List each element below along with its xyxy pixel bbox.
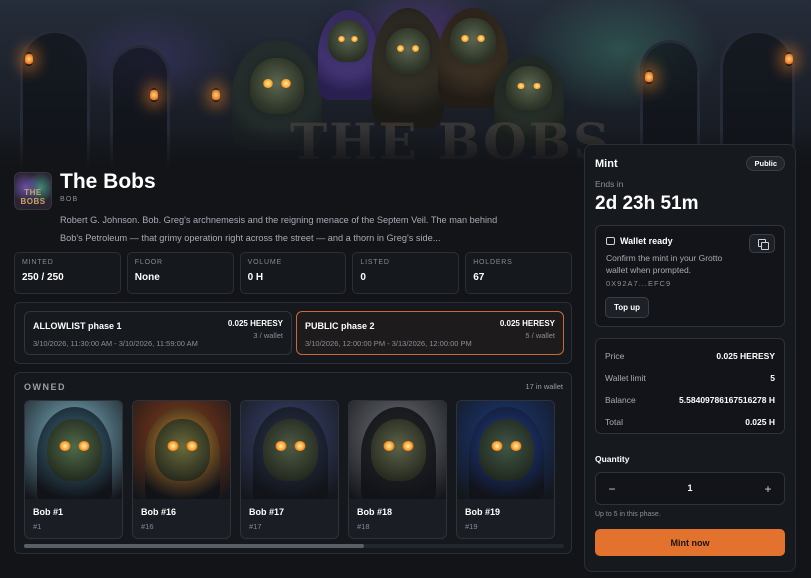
- owned-card[interactable]: Bob #1 #1: [24, 400, 123, 539]
- collection-symbol: BOB: [60, 196, 79, 203]
- owned-card[interactable]: Bob #19 #19: [456, 400, 555, 539]
- owned-list: Bob #1 #1 Bob #16 #16 Bob #17 #17 Bob #1…: [24, 400, 555, 539]
- owned-card[interactable]: Bob #17 #17: [240, 400, 339, 539]
- nft-name: Bob #1: [33, 507, 64, 517]
- nft-image: [349, 401, 446, 499]
- owned-card[interactable]: Bob #18 #18: [348, 400, 447, 539]
- owned-scrollbar[interactable]: [24, 544, 564, 548]
- nft-id: #16: [141, 522, 154, 531]
- nft-id: #17: [249, 522, 262, 531]
- total-row: Total 0.025 H: [605, 417, 775, 427]
- phase-public[interactable]: PUBLIC phase 2 0.025 HERESY 5 / wallet 3…: [296, 311, 564, 355]
- collection-avatar: THE BOBS: [14, 172, 52, 210]
- scrollbar-thumb[interactable]: [24, 544, 364, 548]
- collection-title: The Bobs: [60, 170, 156, 193]
- nft-name: Bob #18: [357, 507, 393, 517]
- stat-volume: VOLUME 0 H: [239, 252, 347, 294]
- nft-image: [457, 401, 554, 499]
- mint-phases: ALLOWLIST phase 1 0.025 HERESY 3 / walle…: [14, 302, 572, 364]
- wallet-icon: [606, 237, 615, 245]
- owned-heading: OWNED: [24, 382, 66, 392]
- phase-allowlist[interactable]: ALLOWLIST phase 1 0.025 HERESY 3 / walle…: [24, 311, 292, 355]
- owned-section: OWNED 17 in wallet Bob #1 #1 Bob #16 #16…: [14, 372, 572, 554]
- collection-banner: THE BOBS: [0, 0, 811, 168]
- wallet-address: 0X92A7...EFC9: [606, 279, 672, 288]
- balance-row: Balance 5.58409786167516278 H: [605, 395, 775, 405]
- ends-in-label: Ends in: [595, 179, 624, 189]
- nft-name: Bob #17: [249, 507, 285, 517]
- nft-name: Bob #16: [141, 507, 177, 517]
- nft-id: #1: [33, 522, 42, 531]
- wallet-instructions: Confirm the mint in your Grotto wallet w…: [606, 253, 723, 275]
- countdown: 2d 23h 51m: [595, 193, 699, 214]
- collection-stats: MINTED 250 / 250 FLOOR None VOLUME 0 H L…: [14, 252, 572, 294]
- mint-now-button[interactable]: Mint now: [595, 529, 785, 556]
- copy-icon: [757, 239, 769, 250]
- nft-image: [25, 401, 122, 499]
- wallet-limit-row: Wallet limit 5: [605, 373, 775, 383]
- nft-id: #19: [465, 522, 478, 531]
- quantity-hint: Up to 5 in this phase.: [595, 511, 661, 518]
- collection-description: Robert G. Johnson. Bob. Greg's archnemes…: [60, 215, 498, 243]
- nft-name: Bob #19: [465, 507, 501, 517]
- owned-count: 17 in wallet: [525, 382, 563, 391]
- price-summary: Price 0.025 HERESY Wallet limit 5 Balanc…: [595, 338, 785, 434]
- stat-floor: FLOOR None: [126, 252, 234, 294]
- increment-button[interactable]: +: [760, 481, 776, 497]
- mint-panel-title: Mint: [595, 158, 618, 170]
- wallet-card: Wallet ready Confirm the mint in your Gr…: [595, 225, 785, 327]
- price-row: Price 0.025 HERESY: [605, 351, 775, 361]
- quantity-stepper: − 1 +: [595, 472, 785, 505]
- wallet-status: Wallet ready: [620, 236, 673, 246]
- quantity-value[interactable]: 1: [596, 483, 784, 493]
- nft-id: #18: [357, 522, 370, 531]
- mint-panel: Mint Public Ends in 2d 23h 51m Wallet re…: [584, 144, 796, 572]
- stat-holders: HOLDERS 67: [465, 252, 572, 294]
- copy-address-button[interactable]: [749, 234, 775, 253]
- phase-badge: Public: [746, 156, 785, 171]
- nft-image: [241, 401, 338, 499]
- quantity-label: Quantity: [595, 454, 630, 464]
- stat-minted: MINTED 250 / 250: [14, 252, 121, 294]
- stat-listed: LISTED 0: [352, 252, 460, 294]
- nft-image: [133, 401, 230, 499]
- top-up-button[interactable]: Top up: [605, 297, 650, 318]
- owned-card[interactable]: Bob #16 #16: [132, 400, 231, 539]
